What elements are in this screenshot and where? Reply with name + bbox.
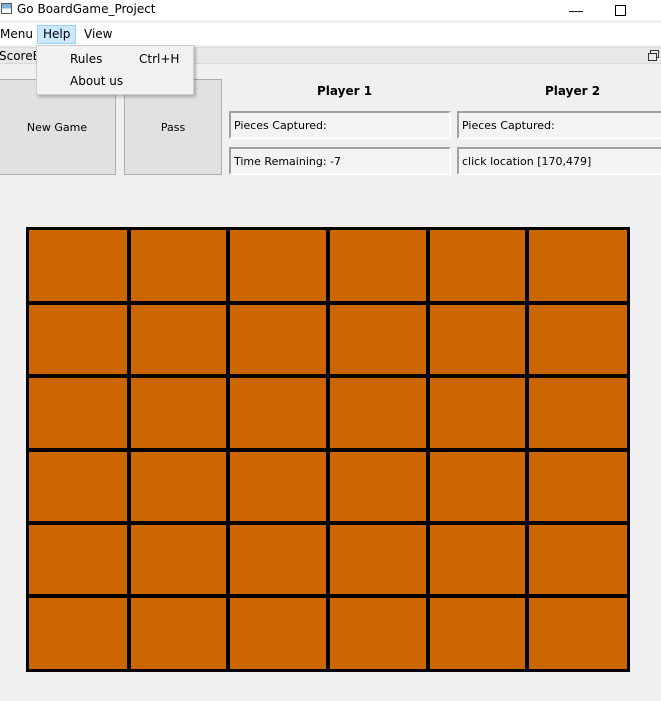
board-cell[interactable] xyxy=(428,523,528,596)
board-cell[interactable] xyxy=(328,596,428,669)
player-2-label: Player 2 xyxy=(545,84,601,98)
player-1-label: Player 1 xyxy=(317,84,373,98)
board-cell[interactable] xyxy=(228,230,328,303)
board-cell[interactable] xyxy=(29,230,129,303)
board-cell[interactable] xyxy=(29,523,129,596)
player-1-captured-field: Pieces Captured: xyxy=(229,111,451,139)
board-cell[interactable] xyxy=(328,303,428,376)
app-icon xyxy=(1,3,12,14)
board-cell[interactable] xyxy=(29,450,129,523)
menu-item-rules-shortcut: Ctrl+H xyxy=(139,52,180,66)
board-cell[interactable] xyxy=(428,596,528,669)
board-cell[interactable] xyxy=(29,376,129,449)
board-cell[interactable] xyxy=(527,230,627,303)
board-grid-line-horizontal xyxy=(29,447,627,452)
board-cell[interactable] xyxy=(129,303,229,376)
board-cell[interactable] xyxy=(328,450,428,523)
board-cell[interactable] xyxy=(527,596,627,669)
player-1-time-field: Time Remaining: -7 xyxy=(229,147,451,175)
board-cell[interactable] xyxy=(527,303,627,376)
board-cell[interactable] xyxy=(29,303,129,376)
board-cell[interactable] xyxy=(428,303,528,376)
board-cell[interactable] xyxy=(228,523,328,596)
board-cell[interactable] xyxy=(328,523,428,596)
board-grid-line-horizontal xyxy=(29,593,627,598)
board-cell[interactable] xyxy=(527,523,627,596)
minimize-button[interactable]: — xyxy=(556,0,596,20)
maximize-icon xyxy=(614,4,626,16)
board-grid-line-horizontal xyxy=(29,374,627,379)
board-cell[interactable] xyxy=(428,376,528,449)
menu-item-rules[interactable]: Rules Ctrl+H xyxy=(37,48,193,70)
menu-bar: Menu Help View xyxy=(0,23,661,45)
menu-view[interactable]: View xyxy=(78,25,118,44)
go-board[interactable] xyxy=(26,227,630,672)
board-cell[interactable] xyxy=(228,450,328,523)
title-bar: Go BoardGame_Project — xyxy=(0,0,661,20)
minimize-icon: — xyxy=(569,2,583,18)
board-cell[interactable] xyxy=(129,596,229,669)
maximize-button[interactable] xyxy=(600,0,640,20)
board-cell[interactable] xyxy=(129,376,229,449)
board-grid-line-horizontal xyxy=(29,301,627,306)
board-cell[interactable] xyxy=(129,450,229,523)
help-dropdown-menu: Rules Ctrl+H About us xyxy=(36,45,194,95)
dock-float-icon[interactable] xyxy=(648,50,659,61)
board-cell[interactable] xyxy=(428,450,528,523)
menu-item-about-us[interactable]: About us xyxy=(37,70,193,92)
board-cell[interactable] xyxy=(328,376,428,449)
board-cell[interactable] xyxy=(29,596,129,669)
board-cell[interactable] xyxy=(228,376,328,449)
board-grid-line-horizontal xyxy=(29,520,627,525)
board-cell[interactable] xyxy=(328,230,428,303)
board-cell[interactable] xyxy=(527,450,627,523)
player-2-captured-field: Pieces Captured: xyxy=(457,111,661,139)
menu-menu[interactable]: Menu xyxy=(0,25,39,44)
board-cell[interactable] xyxy=(428,230,528,303)
board-cell[interactable] xyxy=(129,523,229,596)
board-cell[interactable] xyxy=(228,596,328,669)
player-2-click-location-field: click location [170,479] xyxy=(457,147,661,175)
window-title: Go BoardGame_Project xyxy=(17,2,156,16)
menu-item-rules-label: Rules xyxy=(70,52,103,66)
board-cell[interactable] xyxy=(527,376,627,449)
board-cell[interactable] xyxy=(129,230,229,303)
menu-item-about-us-label: About us xyxy=(70,74,124,88)
board-cell[interactable] xyxy=(228,303,328,376)
menu-help[interactable]: Help xyxy=(37,25,77,44)
